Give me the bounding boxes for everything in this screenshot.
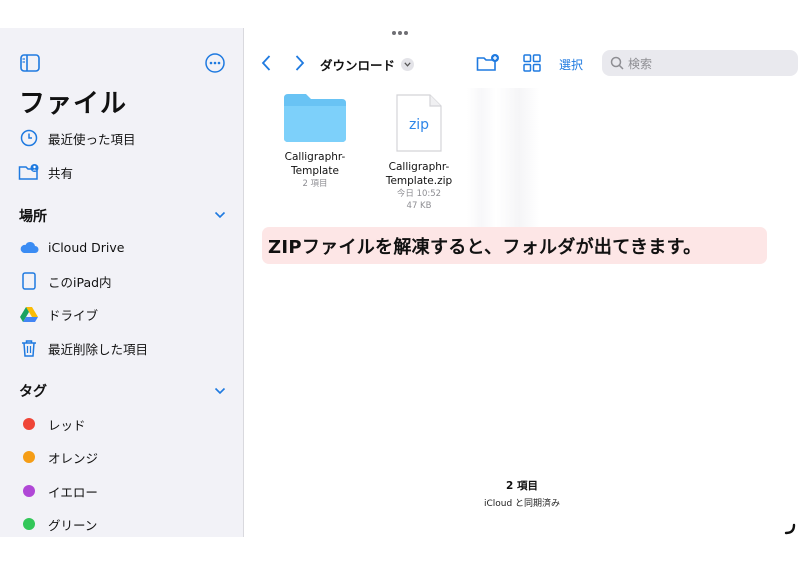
chevron-down-icon[interactable] [214, 211, 226, 219]
more-options-icon[interactable] [205, 53, 225, 73]
green-tag-dot [18, 513, 40, 535]
sidebar-item-label: ドライブ [48, 307, 99, 323]
back-chevron-icon[interactable] [260, 54, 272, 72]
folder-icon [284, 94, 346, 142]
file-name: Calligraphr- Template.zip [385, 161, 453, 187]
sidebar-item-label: イエロー [48, 484, 98, 500]
sidebar-item-label: グリーン [48, 517, 98, 533]
sidebar-toggle-icon[interactable] [20, 54, 40, 72]
file-item-zip[interactable]: zip Calligraphr- Template.zip 今日 10:52 4… [374, 92, 464, 212]
sidebar-item-google-drive[interactable]: ドライブ [18, 303, 98, 325]
search-icon [610, 56, 624, 70]
location-title-text: ダウンロード [320, 58, 396, 73]
sidebar-item-label: iCloud Drive [48, 239, 125, 255]
forward-chevron-icon[interactable] [294, 54, 306, 72]
location-title[interactable]: ダウンロード [320, 55, 415, 74]
resize-corner-icon [784, 523, 796, 535]
multitasking-handle[interactable] [392, 30, 408, 36]
sidebar-item-label: レッド [48, 417, 86, 433]
file-meta: 2 項目 [302, 179, 328, 189]
zip-icon-label: zip [409, 117, 429, 133]
sidebar-item-icloud-drive[interactable]: iCloud Drive [18, 236, 124, 258]
sidebar-item-label: 最近削除した項目 [48, 341, 149, 357]
chevron-down-icon[interactable] [401, 58, 415, 71]
tags-header: タグ [19, 384, 47, 400]
sidebar-item-label: このiPad内 [48, 274, 112, 290]
file-date: 今日 10:52 [396, 189, 442, 199]
page-title: ファイル [19, 89, 128, 119]
file-item-folder[interactable]: Calligraphr- Template 2 項目 [270, 92, 360, 190]
search-field[interactable]: 検索 [602, 50, 798, 76]
new-folder-icon[interactable] [476, 53, 500, 73]
sidebar-item-label: オレンジ [48, 450, 99, 466]
orange-tag-dot [18, 446, 40, 468]
main-content: ダウンロード 選択 検索 Calligraphr- Template 2 項目 … [244, 28, 800, 537]
file-name: Calligraphr- Template [284, 151, 346, 177]
sidebar-item-recent[interactable]: 最近使った項目 [18, 127, 136, 149]
sidebar-item-shared[interactable]: 共有 [18, 161, 73, 183]
grid-view-icon[interactable] [523, 53, 541, 73]
clock-icon [18, 127, 40, 149]
sidebar: ファイル 最近使った項目 共有 場所 iCloud Drive このiPad内 … [0, 28, 244, 537]
sidebar-item-recently-deleted[interactable]: 最近削除した項目 [18, 337, 148, 359]
sidebar-item-label: 最近使った項目 [48, 131, 136, 147]
ipad-screen: ファイル 最近使った項目 共有 場所 iCloud Drive このiPad内 … [0, 28, 800, 537]
sidebar-item-tag-orange[interactable]: オレンジ [18, 446, 98, 468]
sidebar-item-tag-yellow[interactable]: イエロー [18, 480, 98, 502]
file-size: 47 KB [406, 201, 432, 211]
trash-icon [18, 337, 40, 359]
red-tag-dot [18, 413, 40, 435]
select-button[interactable]: 選択 [559, 56, 583, 73]
purple-tag-dot [18, 480, 40, 502]
sidebar-item-tag-red[interactable]: レッド [18, 413, 86, 435]
item-count: 2 項目 [506, 480, 538, 492]
annotation-caption: ZIPファイルを解凍すると、フォルダが出てきます。 [262, 227, 767, 264]
sync-status: iCloud と同期済み [483, 499, 561, 509]
locations-header: 場所 [19, 209, 47, 225]
icloud-icon [18, 236, 40, 258]
sidebar-item-tag-green[interactable]: グリーン [18, 513, 97, 535]
sidebar-item-label: 共有 [48, 165, 74, 181]
zip-file-icon: zip [396, 94, 442, 152]
shared-folder-icon [18, 161, 40, 183]
chevron-down-icon[interactable] [214, 387, 226, 395]
search-placeholder: 検索 [628, 56, 653, 71]
google-drive-icon [18, 303, 40, 325]
sidebar-item-this-ipad[interactable]: このiPad内 [18, 270, 112, 292]
ipad-icon [18, 270, 40, 292]
